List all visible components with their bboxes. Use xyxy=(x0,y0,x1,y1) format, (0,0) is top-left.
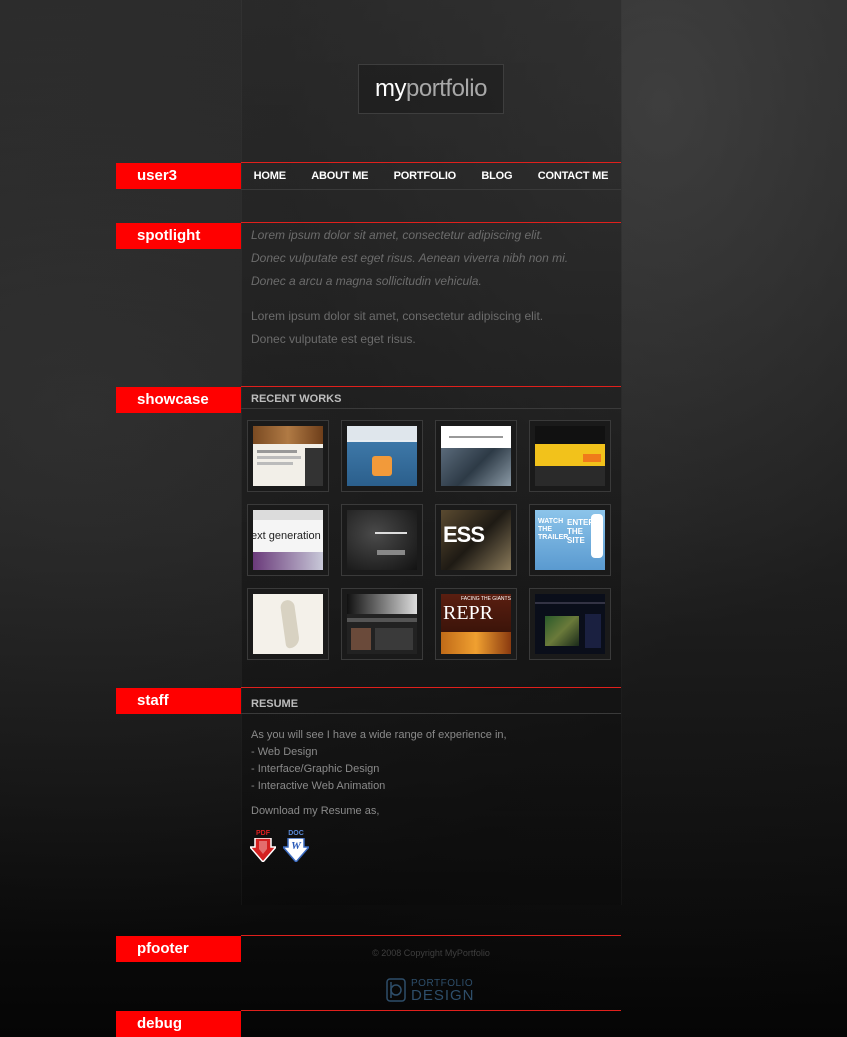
thumb-caption: ext generation of xyxy=(253,530,323,542)
spotlight-line: Donec a arcu a magna sollicitudin vehicu… xyxy=(251,274,482,288)
portfolio-thumb[interactable] xyxy=(341,588,423,660)
spotlight-line: Lorem ipsum dolor sit amet, consectetur … xyxy=(251,228,544,242)
download-arrow-icon xyxy=(248,837,278,864)
nav-portfolio[interactable]: PORTFOLIO xyxy=(394,170,457,182)
copyright-text: © 2008 Copyright MyPortfolio xyxy=(372,948,490,958)
portfolio-thumb[interactable] xyxy=(247,420,329,492)
footer-logo-line2: DESIGN xyxy=(411,987,475,1004)
recent-works-heading: RECENT WORKS xyxy=(251,393,342,405)
portfolio-design-logo[interactable]: PORTFOLIO DESIGN xyxy=(386,978,478,1004)
resume-item: - Interface/Graphic Design xyxy=(251,763,380,775)
thumb-caption: WATCH THE TRAILER xyxy=(538,518,569,541)
site-logo[interactable]: my portfolio xyxy=(358,64,504,114)
logo-portfolio: portfolio xyxy=(406,75,487,102)
portfolio-thumb[interactable] xyxy=(529,588,611,660)
divider xyxy=(241,1010,621,1011)
doc-tag: DOC xyxy=(288,830,304,837)
divider xyxy=(241,713,621,714)
spotlight-line: Donec vulputate est eget risus. xyxy=(251,332,416,346)
resume-text: As you will see I have a wide range of e… xyxy=(251,727,611,795)
nav-contact-me[interactable]: CONTACT ME xyxy=(538,170,609,182)
nav-blog[interactable]: BLOG xyxy=(481,170,512,182)
page: my portfolio user3 HOME ABOUT ME PORTFOLI… xyxy=(0,0,847,1037)
doc-download-icon[interactable]: DOC W xyxy=(281,830,311,864)
resume-intro: As you will see I have a wide range of e… xyxy=(251,729,507,741)
portfolio-thumb[interactable]: WATCH THE TRAILER ENTER THE SITE xyxy=(529,504,611,576)
position-label-staff: staff xyxy=(116,688,241,714)
download-label: Download my Resume as, xyxy=(251,805,380,817)
position-label-showcase: showcase xyxy=(116,387,241,413)
nav-about-me[interactable]: ABOUT ME xyxy=(311,170,368,182)
portfolio-thumb[interactable]: ESS xyxy=(435,504,517,576)
nav-home[interactable]: HOME xyxy=(254,170,286,182)
main-nav: HOME ABOUT ME PORTFOLIO BLOG CONTACT ME xyxy=(241,163,621,189)
thumb-caption: ENTER THE SITE xyxy=(567,518,595,545)
position-label-spotlight: spotlight xyxy=(116,223,241,249)
portfolio-thumb[interactable] xyxy=(529,420,611,492)
divider xyxy=(241,408,621,409)
thumb-caption: REPR xyxy=(443,602,494,624)
portfolio-thumb[interactable] xyxy=(247,588,329,660)
resume-heading: RESUME xyxy=(251,698,299,710)
divider xyxy=(241,189,621,190)
divider xyxy=(241,687,621,688)
logo-my: my xyxy=(375,75,407,102)
position-label-pfooter: pfooter xyxy=(116,936,241,962)
word-glyph: W xyxy=(291,840,301,852)
portfolio-thumb[interactable] xyxy=(435,420,517,492)
portfolio-thumb[interactable] xyxy=(341,504,423,576)
pdf-download-icon[interactable]: PDF xyxy=(248,830,278,864)
pdf-tag: PDF xyxy=(256,830,270,837)
resume-item: - Web Design xyxy=(251,746,318,758)
divider xyxy=(241,386,621,387)
position-label-debug: debug xyxy=(116,1011,241,1037)
thumb-caption: ESS xyxy=(443,522,485,547)
portfolio-grid: ext generation of ESS WATCH THE TRAILER … xyxy=(247,420,617,660)
portfolio-thumb[interactable] xyxy=(341,420,423,492)
spotlight-line: Donec vulputate est eget risus. Aenean v… xyxy=(251,251,569,265)
position-label-user3: user3 xyxy=(116,163,241,189)
portfolio-thumb[interactable]: FACING THE GIANTS REPR xyxy=(435,588,517,660)
portfolio-design-mark-icon xyxy=(386,978,406,1002)
divider xyxy=(241,222,621,223)
spotlight-normal-text: Lorem ipsum dolor sit amet, consectetur … xyxy=(251,305,616,351)
spotlight-italic-text: Lorem ipsum dolor sit amet, consectetur … xyxy=(251,224,616,293)
divider xyxy=(241,935,621,936)
portfolio-thumb[interactable]: ext generation of xyxy=(247,504,329,576)
spotlight-line: Lorem ipsum dolor sit amet, consectetur … xyxy=(251,309,544,323)
resume-item: - Interactive Web Animation xyxy=(251,780,386,792)
